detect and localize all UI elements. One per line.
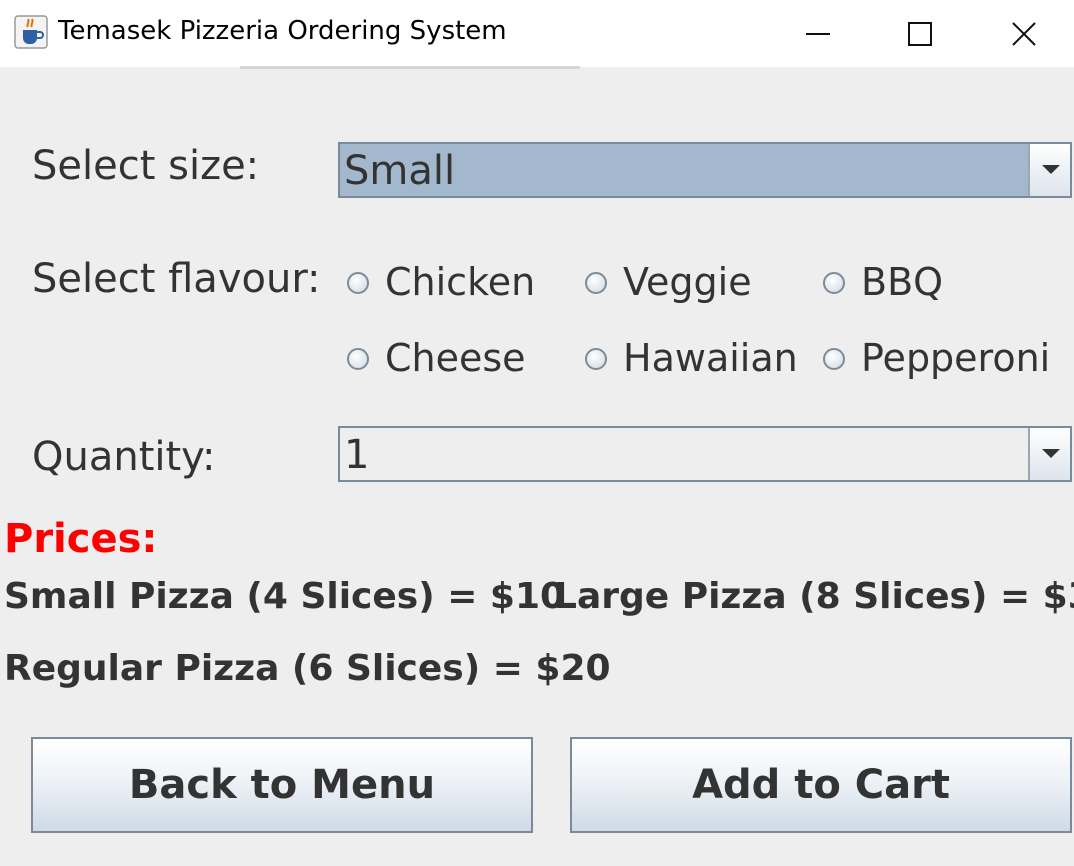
radio-button-icon xyxy=(347,348,369,370)
java-cup-icon xyxy=(14,15,48,49)
prices-heading: Prices: xyxy=(4,516,158,562)
clipped-header-residue xyxy=(240,66,580,69)
quantity-value: 1 xyxy=(344,432,370,478)
minimize-icon xyxy=(806,33,830,35)
price-large: Large Pizza (8 Slices) = $30 xyxy=(554,576,1074,617)
window-title: Temasek Pizzeria Ordering System xyxy=(58,16,507,46)
radio-button-icon xyxy=(347,272,369,294)
maximize-icon xyxy=(908,22,932,46)
flavour-label: Select flavour: xyxy=(32,256,321,302)
quantity-combobox[interactable]: 1 xyxy=(338,426,1072,482)
price-small: Small Pizza (4 Slices) = $10 xyxy=(4,576,566,617)
title-bar: Temasek Pizzeria Ordering System xyxy=(0,0,1074,67)
quantity-dropdown-button[interactable] xyxy=(1028,428,1070,480)
maximize-button[interactable] xyxy=(870,0,970,67)
radio-button-icon xyxy=(585,272,607,294)
radio-button-icon xyxy=(823,272,845,294)
chevron-down-icon xyxy=(1042,449,1060,458)
size-value: Small xyxy=(344,148,456,194)
close-icon xyxy=(1012,22,1036,46)
add-to-cart-button[interactable]: Add to Cart xyxy=(570,737,1072,833)
radio-button-icon xyxy=(585,348,607,370)
close-button[interactable] xyxy=(974,0,1074,67)
radio-bbq-label: BBQ xyxy=(861,260,944,304)
radio-pepperoni-label: Pepperoni xyxy=(861,336,1051,380)
size-label: Select size: xyxy=(32,143,260,189)
size-combobox[interactable]: Small xyxy=(338,142,1072,198)
radio-hawaiian-label: Hawaiian xyxy=(623,336,798,380)
quantity-label: Quantity: xyxy=(32,434,216,480)
back-to-menu-button[interactable]: Back to Menu xyxy=(31,737,533,833)
radio-veggie-label: Veggie xyxy=(623,260,752,304)
radio-cheese-label: Cheese xyxy=(385,336,526,380)
price-regular: Regular Pizza (6 Slices) = $20 xyxy=(4,648,611,689)
size-dropdown-button[interactable] xyxy=(1028,144,1070,196)
radio-chicken-label: Chicken xyxy=(385,260,536,304)
radio-button-icon xyxy=(823,348,845,370)
chevron-down-icon xyxy=(1042,165,1060,174)
minimize-button[interactable] xyxy=(768,0,868,67)
